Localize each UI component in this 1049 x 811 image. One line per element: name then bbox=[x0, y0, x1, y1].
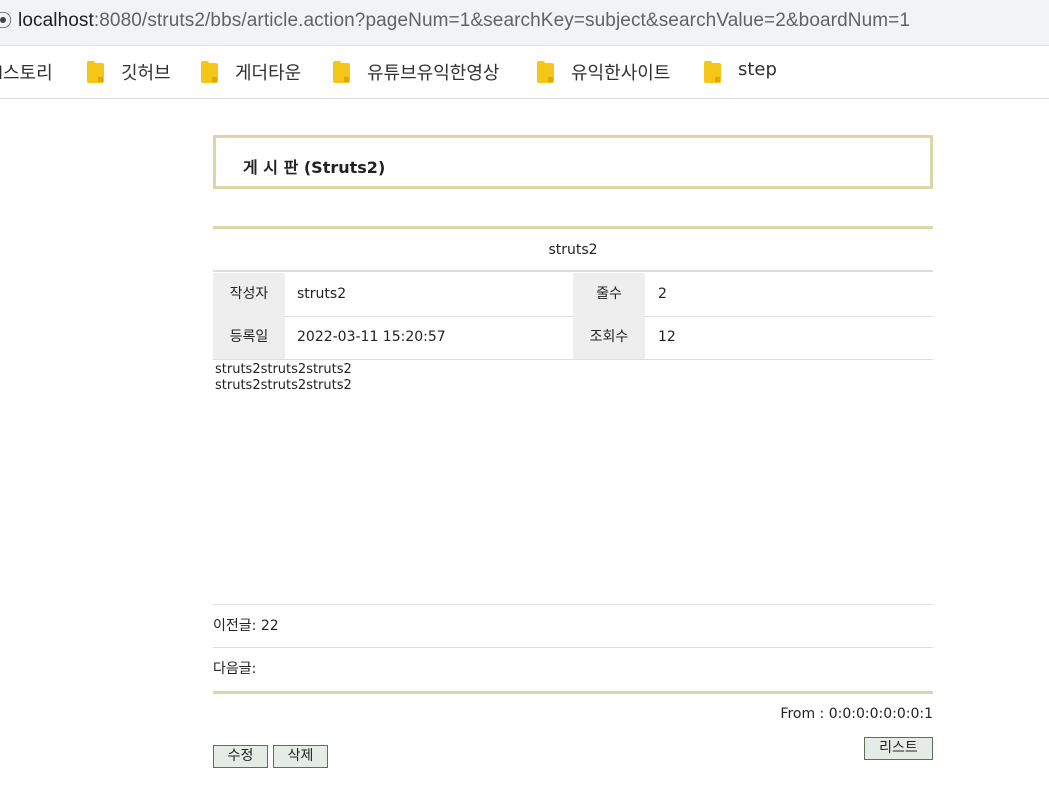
site-info-icon[interactable]: ⦿ bbox=[0, 12, 12, 32]
folder-icon bbox=[537, 61, 555, 83]
article-info-row-1: 작성자 struts2 줄수 2 bbox=[213, 273, 933, 317]
table-bottom-border bbox=[213, 691, 933, 694]
folder-icon bbox=[333, 61, 351, 83]
content-line: struts2struts2struts2 bbox=[215, 378, 352, 393]
board-title-box: 게 시 판 (Struts2) bbox=[213, 135, 933, 189]
bookmark-history[interactable]: l스토리 bbox=[0, 59, 53, 85]
url-text[interactable]: localhost:8080/struts2/bbs/article.actio… bbox=[18, 10, 910, 32]
folder-icon bbox=[704, 61, 722, 83]
views-label: 조회수 bbox=[573, 316, 645, 359]
list-button[interactable]: 리스트 bbox=[864, 737, 933, 760]
bookmark-useful-sites[interactable]: 유익한사이트 bbox=[571, 59, 670, 85]
bookmark-step[interactable]: step bbox=[738, 59, 777, 85]
article-content: struts2struts2struts2 struts2struts2stru… bbox=[215, 362, 931, 604]
url-host: localhost bbox=[18, 10, 94, 31]
url-path: :8080/struts2/bbs/article.action?pageNum… bbox=[93, 10, 911, 31]
lines-value: 2 bbox=[658, 286, 667, 302]
folder-icon bbox=[201, 61, 219, 83]
address-bar[interactable]: ⦿ localhost:8080/struts2/bbs/article.act… bbox=[0, 0, 1049, 46]
page-title: 게 시 판 (Struts2) bbox=[243, 158, 386, 177]
prev-article-link[interactable]: 22 bbox=[261, 618, 279, 634]
next-article-row[interactable]: 다음글: bbox=[213, 648, 933, 691]
lines-label: 줄수 bbox=[573, 273, 645, 316]
created-label: 등록일 bbox=[213, 316, 285, 359]
prev-article-row[interactable]: 이전글: 22 bbox=[213, 605, 933, 648]
article-subject: struts2 bbox=[213, 229, 933, 272]
article-info-row-2: 등록일 2022-03-11 15:20:57 조회수 12 bbox=[213, 316, 933, 360]
edit-button[interactable]: 수정 bbox=[213, 745, 268, 768]
views-value: 12 bbox=[658, 329, 676, 345]
folder-icon bbox=[87, 61, 105, 83]
delete-button[interactable]: 삭제 bbox=[273, 745, 328, 768]
author-value: struts2 bbox=[297, 286, 347, 302]
next-article-label: 다음글: bbox=[213, 661, 257, 677]
bookmark-github[interactable]: 깃허브 bbox=[121, 59, 171, 85]
content-line: struts2struts2struts2 bbox=[215, 362, 352, 377]
bookmarks-bar: l스토리 깃허브 게더타운 유튜브유익한영상 유익한사이트 step bbox=[0, 46, 1049, 99]
client-ip: From : 0:0:0:0:0:0:0:1 bbox=[780, 706, 933, 722]
bookmark-gathertown[interactable]: 게더타운 bbox=[235, 59, 301, 85]
author-label: 작성자 bbox=[213, 273, 285, 316]
bookmark-youtube-videos[interactable]: 유튜브유익한영상 bbox=[367, 59, 499, 85]
created-value: 2022-03-11 15:20:57 bbox=[297, 329, 446, 345]
prev-article-label: 이전글: bbox=[213, 618, 257, 634]
